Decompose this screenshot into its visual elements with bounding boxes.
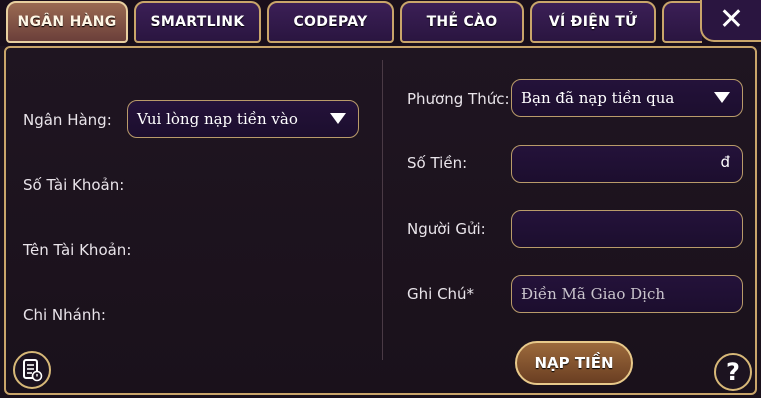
bank-label: Ngân Hàng: xyxy=(23,111,112,129)
note-label: Ghi Chú* xyxy=(407,285,475,303)
deposit-submit-button[interactable]: NẠP TIỀN xyxy=(515,341,633,385)
tab-overflow[interactable] xyxy=(662,1,702,43)
account-name-label: Tên Tài Khoản: xyxy=(23,241,132,259)
help-button[interactable]: ? xyxy=(714,353,752,391)
close-icon: ✕ xyxy=(718,1,745,37)
deposit-submit-label: NẠP TIỀN xyxy=(534,354,614,372)
receipt-icon xyxy=(23,359,43,382)
bank-select-value: Vui lòng nạp tiền vào xyxy=(137,110,298,128)
help-icon: ? xyxy=(726,358,740,386)
sender-input[interactable] xyxy=(511,210,743,248)
currency-symbol: đ xyxy=(720,153,730,171)
method-label: Phương Thức: xyxy=(407,90,510,108)
account-number-label: Số Tài Khoản: xyxy=(23,176,125,194)
branch-label: Chi Nhánh: xyxy=(23,306,106,324)
bank-select[interactable]: Vui lòng nạp tiền vào xyxy=(127,100,359,138)
tab-bank[interactable]: NGÂN HÀNG xyxy=(6,1,128,43)
note-placeholder: Điền Mã Giao Dịch xyxy=(521,285,666,303)
tab-ewallet[interactable]: VÍ ĐIỆN TỬ xyxy=(530,1,656,43)
tab-codepay[interactable]: CODEPAY xyxy=(267,1,394,43)
amount-label: Số Tiền: xyxy=(407,154,468,172)
tab-smartlink[interactable]: SMARTLINK xyxy=(134,1,261,43)
method-select[interactable]: Bạn đã nạp tiền qua xyxy=(511,79,743,117)
chevron-down-icon xyxy=(330,113,346,124)
note-input[interactable]: Điền Mã Giao Dịch xyxy=(511,275,743,313)
history-button[interactable] xyxy=(13,351,51,389)
method-select-value: Bạn đã nạp tiền qua xyxy=(521,89,675,107)
chevron-down-icon xyxy=(714,92,730,103)
sender-label: Người Gửi: xyxy=(407,220,486,238)
column-divider xyxy=(382,60,383,360)
close-button[interactable]: ✕ xyxy=(700,0,761,42)
tab-card[interactable]: THẺ CÀO xyxy=(400,1,524,43)
tab-bar: NGÂN HÀNG SMARTLINK CODEPAY THẺ CÀO VÍ Đ… xyxy=(0,0,761,46)
amount-input[interactable]: đ xyxy=(511,145,743,183)
